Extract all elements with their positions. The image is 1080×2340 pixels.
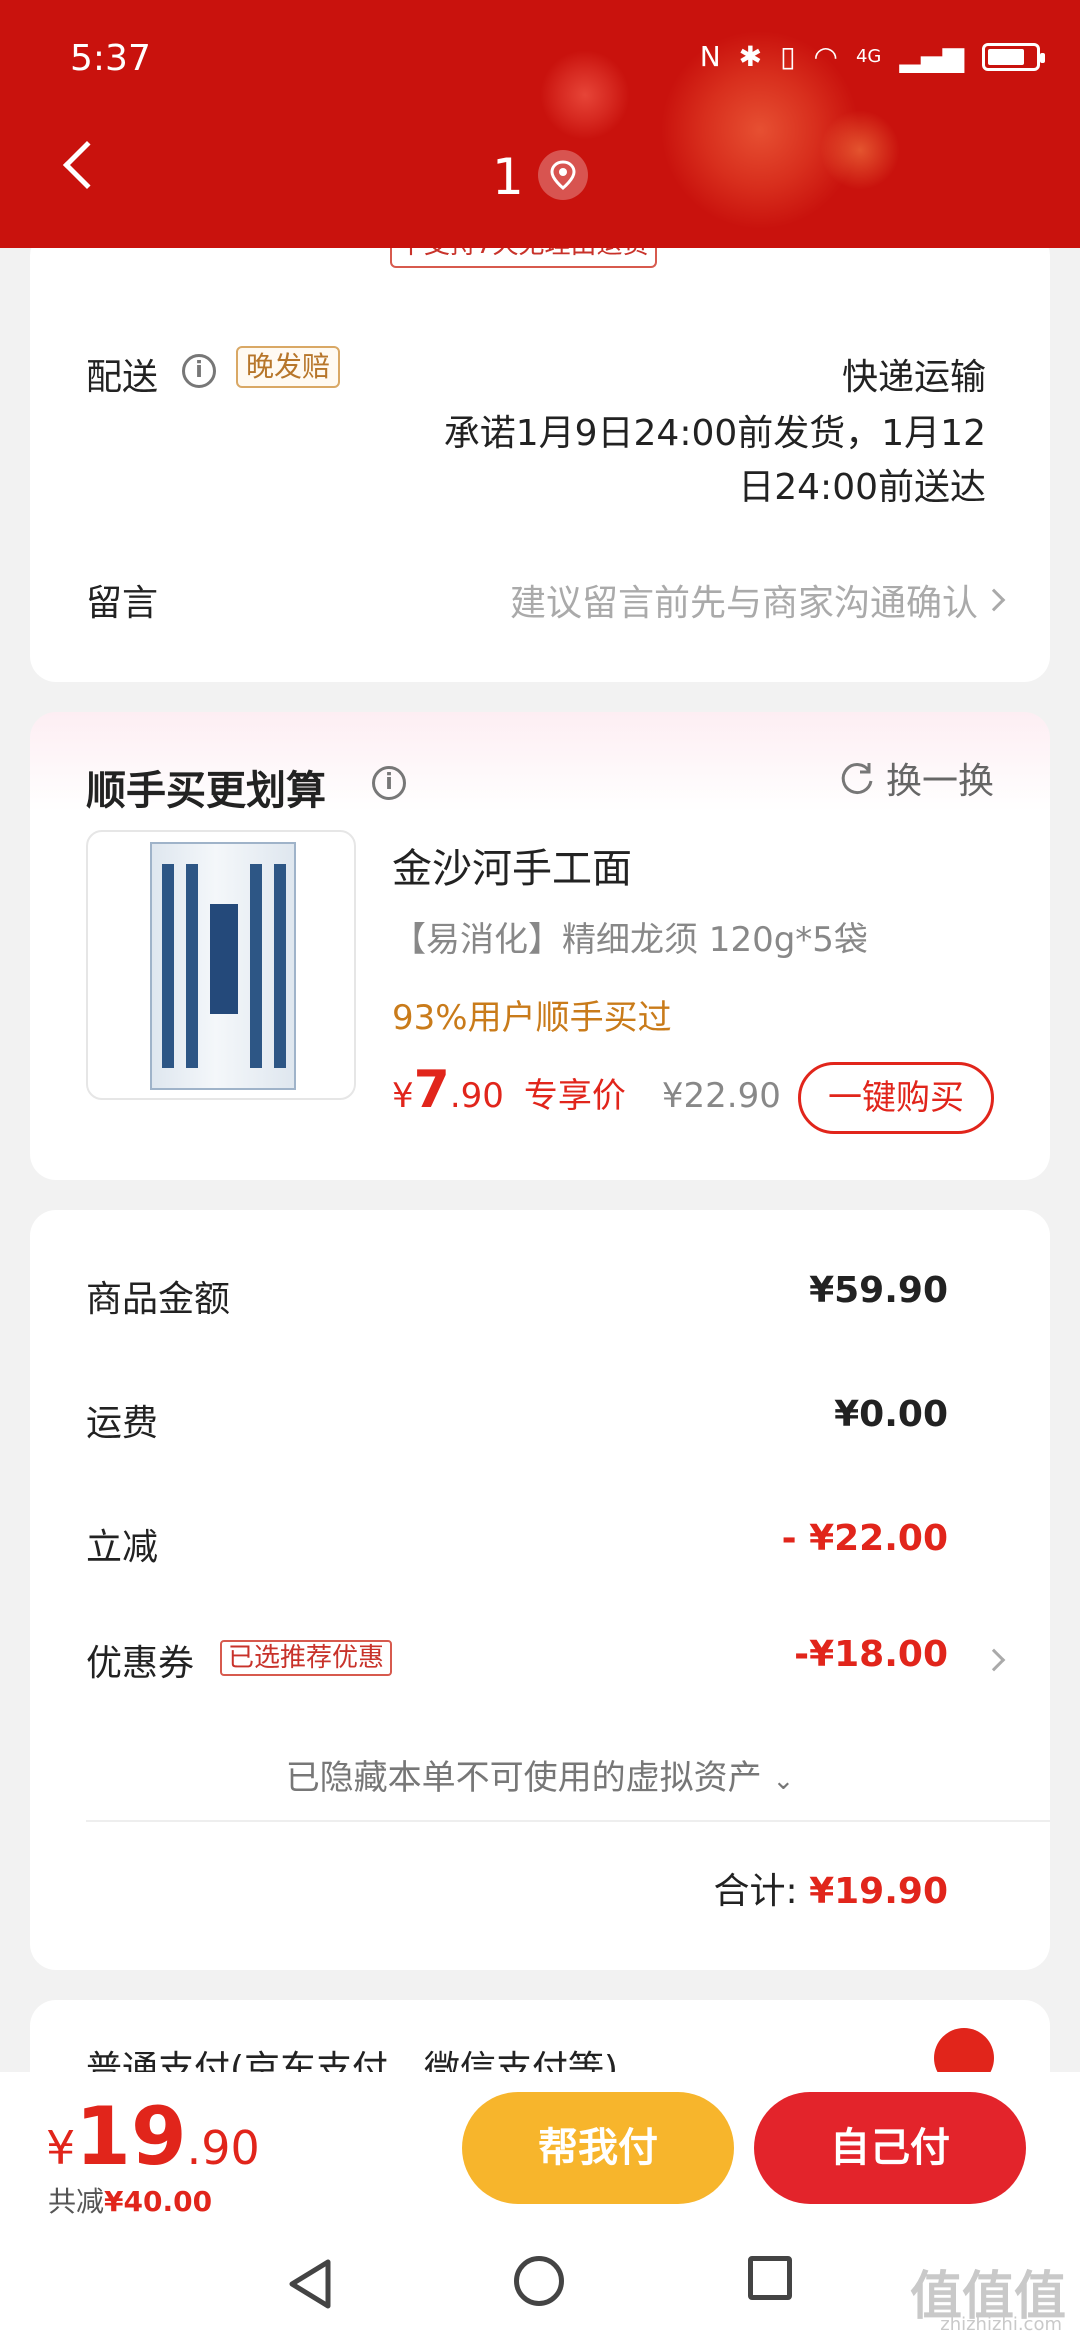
original-price: ¥22.90 bbox=[661, 1076, 781, 1116]
discount-amount: - ¥22.00 bbox=[781, 1518, 948, 1559]
nav-recent-icon[interactable] bbox=[748, 2256, 792, 2300]
nav-home-icon[interactable] bbox=[514, 2256, 564, 2306]
addon-title: 顺手买更划算 bbox=[86, 768, 326, 814]
exclusive-price-label: 专享价 bbox=[523, 1076, 626, 1116]
status-icons: N ✱ ▯ ◠ 4G ▂▄▆ bbox=[699, 40, 1045, 73]
price-summary-card: 商品金额 ¥59.90 运费 ¥0.00 立减 - ¥22.00 优惠券 已选推… bbox=[30, 1210, 1050, 1970]
info-icon[interactable]: i bbox=[182, 354, 216, 388]
addon-card: 顺手买更划算 i 换一换 金沙河手工面 【易消化】精细龙须 120g*5袋 93… bbox=[30, 712, 1050, 1180]
price-symbol: ¥ bbox=[392, 1076, 414, 1116]
product-spec: 【易消化】精细龙须 120g*5袋 bbox=[392, 920, 868, 960]
info-icon[interactable]: i bbox=[372, 766, 406, 800]
coupon-amount[interactable]: -¥18.00 bbox=[794, 1634, 948, 1675]
saved-label: 共减 bbox=[48, 2185, 105, 2218]
product-price: ¥ 7 .90 专享价 ¥22.90 bbox=[392, 1060, 781, 1120]
delivery-label: 配送 bbox=[86, 357, 159, 398]
product-image[interactable] bbox=[86, 830, 356, 1100]
swap-label: 换一换 bbox=[885, 761, 994, 802]
order-total: 合计: ¥19.90 bbox=[713, 1862, 948, 1914]
shipping-fee-amount: ¥0.00 bbox=[834, 1394, 948, 1435]
pay-myself-button[interactable]: 自己付 bbox=[754, 2092, 1026, 2204]
signal-icon: ▂▄▆ bbox=[899, 40, 964, 73]
shipping-card: 不支持7天无理由退货 配送 i 晚发赔 快递运输 承诺1月9日24:00前发货，… bbox=[30, 230, 1050, 682]
delivery-promise-line1: 承诺1月9日24:00前发货，1月12 bbox=[443, 413, 986, 454]
checkout-total-price: ¥ 19 .90 bbox=[46, 2090, 260, 2183]
network-label: 4G bbox=[855, 46, 882, 67]
status-time: 5:37 bbox=[70, 38, 151, 79]
wifi-icon: ◠ bbox=[813, 40, 838, 73]
late-compensation-tag: 晚发赔 bbox=[236, 346, 341, 388]
delivery-promise-line2: 日24:00前送达 bbox=[738, 467, 986, 508]
firework-decoration bbox=[540, 50, 630, 140]
chevron-right-icon bbox=[982, 588, 1006, 612]
help-me-pay-button[interactable]: 帮我付 bbox=[462, 2092, 734, 2204]
swap-button[interactable]: 换一换 bbox=[838, 752, 994, 804]
noodle-package-image bbox=[150, 842, 296, 1090]
nfc-icon: N bbox=[699, 40, 721, 73]
product-name[interactable]: 金沙河手工面 bbox=[392, 836, 632, 894]
back-button[interactable] bbox=[56, 140, 112, 200]
page-title: 1 bbox=[492, 148, 524, 206]
hidden-assets-text: 已隐藏本单不可使用的虚拟资产 bbox=[285, 1758, 762, 1798]
divider bbox=[86, 1820, 1050, 1822]
price-decimal: .90 bbox=[449, 1076, 504, 1116]
price-integer: 7 bbox=[413, 1060, 450, 1120]
delivery-method: 快递运输 bbox=[841, 357, 986, 398]
nav-back-icon[interactable] bbox=[286, 2258, 334, 2310]
location-icon[interactable] bbox=[538, 150, 588, 200]
vibrate-icon: ▯ bbox=[780, 40, 796, 73]
shipping-fee-label: 运费 bbox=[86, 1403, 159, 1444]
bluetooth-icon: ✱ bbox=[738, 40, 763, 73]
top-header: 5:37 N ✱ ▯ ◠ 4G ▂▄▆ 1 bbox=[0, 0, 1080, 248]
one-click-buy-button[interactable]: 一键购买 bbox=[798, 1062, 994, 1134]
total-saved: 共减¥40.00 bbox=[48, 2180, 212, 2220]
total-label: 合计: bbox=[713, 1871, 798, 1912]
refresh-icon bbox=[841, 763, 873, 795]
goods-amount: ¥59.90 bbox=[809, 1270, 948, 1311]
price-decimal: .90 bbox=[186, 2121, 260, 2175]
goods-amount-label: 商品金额 bbox=[86, 1279, 231, 1320]
product-bought-rate: 93%用户顺手买过 bbox=[392, 998, 672, 1038]
battery-icon bbox=[982, 42, 1045, 71]
message-input[interactable]: 建议留言前先与商家沟通确认 bbox=[510, 574, 978, 626]
watermark-url: zhizhizhi.com bbox=[940, 2314, 1062, 2335]
price-symbol: ¥ bbox=[46, 2121, 76, 2175]
coupon-label[interactable]: 优惠券 bbox=[86, 1634, 194, 1686]
chevron-right-icon bbox=[982, 1648, 1006, 1672]
price-integer: 19 bbox=[75, 2090, 187, 2183]
firework-decoration bbox=[820, 110, 900, 190]
discount-label: 立减 bbox=[86, 1527, 159, 1568]
message-label: 留言 bbox=[86, 583, 159, 624]
checkout-bar: ¥ 19 .90 共减¥40.00 帮我付 自己付 bbox=[0, 2072, 1080, 2232]
hidden-assets-toggle[interactable]: 已隐藏本单不可使用的虚拟资产 ⌄ bbox=[30, 1750, 1050, 1799]
chevron-down-icon: ⌄ bbox=[772, 1766, 795, 1796]
saved-amount: ¥40.00 bbox=[104, 2185, 213, 2218]
total-amount: ¥19.90 bbox=[809, 1871, 948, 1912]
coupon-selected-tag: 已选推荐优惠 bbox=[220, 1640, 393, 1676]
back-icon bbox=[62, 140, 112, 190]
